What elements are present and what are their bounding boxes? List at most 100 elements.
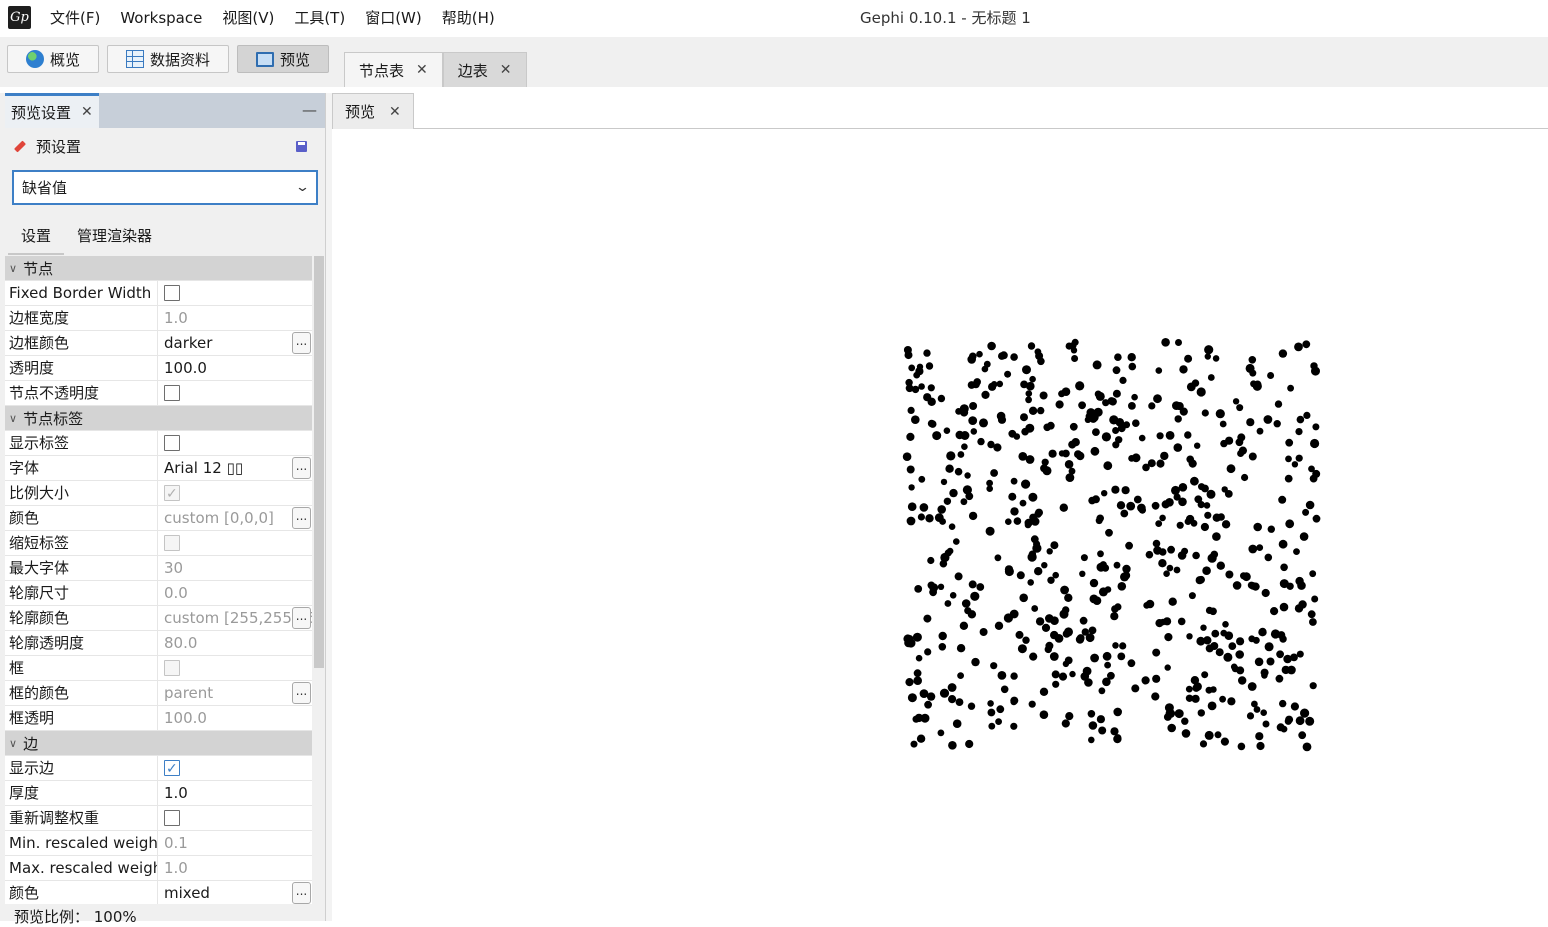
graph-node	[1019, 499, 1027, 507]
property-group-label: 节点标签	[23, 409, 84, 428]
tab-manage-renderers[interactable]: 管理渲染器	[64, 219, 165, 255]
property-value[interactable]: mixed...	[158, 881, 312, 904]
scrollbar-thumb[interactable]	[314, 256, 324, 668]
property-value[interactable]: darker...	[158, 331, 312, 355]
save-preset-icon[interactable]	[296, 141, 307, 152]
graph-node	[1305, 716, 1315, 726]
preset-select[interactable]: 缺省值 ⌄	[12, 170, 318, 205]
graph-node	[1176, 521, 1184, 529]
graph-node	[1242, 572, 1251, 582]
graph-node	[1212, 355, 1220, 362]
graph-node	[925, 514, 934, 523]
property-value	[158, 481, 312, 505]
ellipsis-button[interactable]: ...	[292, 682, 311, 704]
close-icon[interactable]: ✕	[416, 62, 428, 78]
property-value[interactable]: 1.0	[158, 781, 312, 805]
graph-node	[1152, 648, 1161, 657]
preview-mode-button[interactable]: 预览	[237, 45, 329, 73]
property-value-text: 100.0	[164, 709, 207, 727]
property-row: 颜色 mixed...	[5, 881, 312, 904]
property-value: 80.0	[158, 631, 312, 655]
property-value[interactable]	[158, 381, 312, 405]
tab-preview-settings[interactable]: 预览设置 ✕	[5, 93, 99, 128]
graph-node	[1013, 517, 1022, 525]
graph-node	[1236, 404, 1244, 412]
close-icon[interactable]: ✕	[389, 104, 401, 120]
graph-node	[1185, 685, 1193, 693]
property-group-header[interactable]: ∨ 边	[5, 731, 312, 756]
property-checkbox[interactable]	[164, 810, 180, 826]
graph-node	[970, 428, 978, 435]
graph-node	[902, 452, 912, 462]
ellipsis-button[interactable]: ...	[292, 882, 311, 904]
chevron-down-icon[interactable]: ∨	[9, 412, 17, 425]
graph-node	[1276, 650, 1284, 659]
close-icon[interactable]: ✕	[81, 104, 93, 120]
graph-node	[1278, 539, 1288, 549]
tab-preview[interactable]: 预览 ✕	[332, 93, 414, 129]
chevron-down-icon[interactable]: ∨	[9, 737, 17, 750]
graph-node	[1090, 653, 1099, 663]
property-scrollbar[interactable]	[313, 256, 325, 904]
property-value[interactable]	[158, 281, 312, 305]
graph-node	[1141, 676, 1150, 685]
property-value[interactable]	[158, 806, 312, 830]
property-checkbox[interactable]	[164, 385, 180, 401]
property-group-header[interactable]: ∨ 节点标签	[5, 406, 312, 431]
graph-node	[1034, 348, 1042, 356]
property-value-text: 0.0	[164, 584, 188, 602]
minimize-icon[interactable]: —	[302, 101, 317, 119]
graph-node	[1224, 490, 1233, 498]
property-value-text: 0.1	[164, 834, 188, 852]
menu-file[interactable]: 文件(F)	[40, 0, 110, 37]
property-checkbox[interactable]	[164, 285, 180, 301]
chevron-down-icon: ⌄	[294, 180, 311, 195]
graph-node	[1204, 511, 1212, 519]
graph-node	[970, 591, 980, 601]
preview-canvas[interactable]	[332, 130, 1548, 921]
property-value[interactable]	[158, 756, 312, 780]
menu-workspace[interactable]: Workspace	[110, 0, 212, 37]
property-name: 颜色	[5, 881, 158, 904]
graph-node	[1295, 454, 1303, 462]
menu-view[interactable]: 视图(V)	[212, 0, 284, 37]
data-laboratory-button[interactable]: 数据资料	[107, 45, 229, 73]
ellipsis-button[interactable]: ...	[292, 507, 311, 529]
table-icon	[125, 50, 144, 68]
chevron-down-icon[interactable]: ∨	[9, 262, 17, 275]
property-checkbox[interactable]	[164, 435, 180, 451]
tab-node-table[interactable]: 节点表 ✕	[344, 52, 443, 87]
property-row: 字体 Arial 12 ▯▯...	[5, 456, 312, 481]
graph-node	[1294, 604, 1304, 613]
property-value[interactable]	[158, 431, 312, 455]
menu-help[interactable]: 帮助(H)	[432, 0, 505, 37]
graph-node	[1302, 508, 1310, 516]
graph-node	[1260, 668, 1269, 677]
overview-mode-button[interactable]: 概览	[7, 45, 99, 73]
ellipsis-button[interactable]: ...	[292, 332, 311, 354]
property-value-text: custom [0,0,0]	[164, 509, 274, 527]
graph-node	[1093, 407, 1103, 417]
graph-node	[957, 672, 964, 679]
tab-edge-table[interactable]: 边表 ✕	[442, 52, 527, 87]
graph-node	[1126, 501, 1136, 511]
property-group-header[interactable]: ∨ 节点	[5, 256, 312, 281]
graph-node	[1137, 503, 1146, 513]
menu-window[interactable]: 窗口(W)	[355, 0, 432, 37]
property-checkbox[interactable]	[164, 757, 180, 780]
tab-settings[interactable]: 设置	[8, 219, 65, 255]
menu-tools[interactable]: 工具(T)	[284, 0, 355, 37]
close-icon[interactable]: ✕	[500, 62, 512, 78]
graph-node	[996, 380, 1004, 388]
graph-node	[1309, 618, 1317, 626]
property-group-label: 节点	[23, 259, 54, 278]
graph-node	[1285, 455, 1292, 463]
ellipsis-button[interactable]: ...	[292, 607, 311, 629]
graph-node	[1080, 554, 1088, 562]
property-value[interactable]: Arial 12 ▯▯...	[158, 456, 312, 480]
property-value[interactable]: 100.0	[158, 356, 312, 380]
graph-node	[917, 513, 926, 521]
graph-node	[1088, 721, 1098, 730]
ellipsis-button[interactable]: ...	[292, 457, 311, 479]
graph-node	[1223, 652, 1233, 662]
